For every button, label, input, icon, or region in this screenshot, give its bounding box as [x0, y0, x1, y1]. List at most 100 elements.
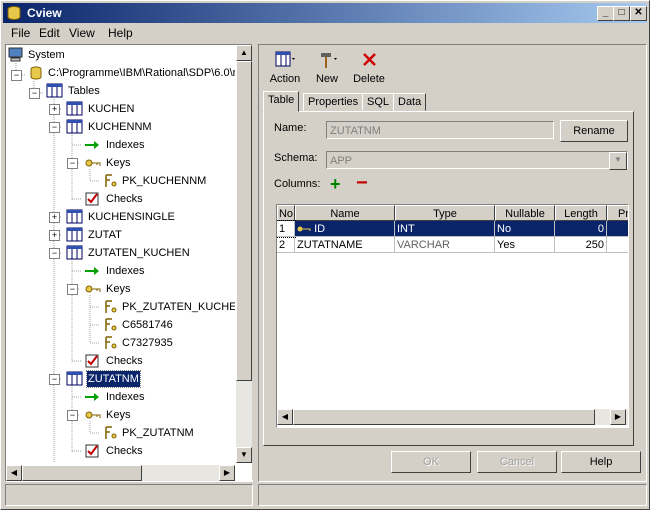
scroll-thumb[interactable]: [293, 409, 595, 425]
scroll-right-arrow-icon[interactable]: ▶: [610, 409, 626, 425]
cell-type: VARCHAR: [395, 237, 495, 253]
expand-toggle[interactable]: +: [49, 212, 60, 223]
tree-label: ZUTATEN_KUCHEN: [88, 247, 190, 259]
tree-label-selected: ZUTATNM: [86, 370, 141, 388]
scroll-up-arrow-icon[interactable]: ▲: [236, 45, 252, 61]
hammer-icon: [321, 53, 337, 68]
key-icon: [85, 159, 101, 167]
column-header[interactable]: Name: [295, 205, 395, 221]
collapse-toggle[interactable]: −: [67, 410, 78, 421]
database-app-icon: [7, 6, 21, 20]
collapse-toggle[interactable]: −: [67, 284, 78, 295]
window-title: Cview: [27, 6, 62, 20]
action-button[interactable]: Action: [265, 47, 305, 89]
main-window: Cview _ □ ✕ File Edit View Help System −…: [0, 0, 650, 510]
chevron-down-icon[interactable]: ▼: [609, 152, 627, 170]
panel-splitter[interactable]: [252, 44, 257, 480]
tree-label: Indexes: [106, 139, 145, 151]
help-button[interactable]: Help: [561, 451, 641, 473]
menu-file[interactable]: File: [11, 26, 30, 40]
green-arrow-icon: [85, 267, 99, 275]
tree-label: Tables: [68, 85, 100, 97]
tab-data[interactable]: Data: [393, 93, 427, 111]
column-header[interactable]: Nullable: [495, 205, 555, 221]
database-tree[interactable]: System − C:\Programme\IBM\Rational\SDP\6…: [6, 45, 235, 463]
column-header[interactable]: Length: [555, 205, 607, 221]
tree-label: Checks: [106, 355, 143, 367]
name-field[interactable]: ZUTATNM: [326, 121, 554, 139]
collapse-toggle[interactable]: −: [49, 248, 60, 259]
scroll-left-arrow-icon[interactable]: ◀: [277, 409, 293, 425]
tree-vertical-scrollbar[interactable]: ▲ ▼: [236, 45, 252, 463]
scroll-down-arrow-icon[interactable]: ▼: [236, 447, 252, 463]
computer-icon: [8, 47, 23, 62]
menu-view[interactable]: View: [69, 26, 95, 40]
column-header[interactable]: No: [277, 205, 295, 221]
add-column-icon[interactable]: +: [330, 174, 341, 195]
red-x-icon: [363, 53, 376, 66]
tree-label: C7327935: [122, 337, 173, 349]
tree-label: Checks: [106, 445, 143, 457]
delete-button[interactable]: Delete: [349, 47, 389, 89]
key-icon: [85, 285, 101, 293]
column-header[interactable]: Pr: [607, 205, 628, 221]
schema-dropdown[interactable]: APP ▼: [326, 151, 628, 170]
cell-nullable: Yes: [495, 237, 555, 253]
tree-label: System: [28, 49, 65, 61]
title-bar[interactable]: Cview _ □ ✕: [3, 3, 647, 23]
collapse-toggle[interactable]: −: [49, 122, 60, 133]
menu-edit[interactable]: Edit: [39, 26, 60, 40]
tab-properties[interactable]: Properties: [303, 93, 364, 111]
collapse-toggle[interactable]: −: [67, 158, 78, 169]
tab-sql[interactable]: SQL: [362, 93, 395, 111]
tree-label: PK_ZUTATEN_KUCHEN: [122, 301, 235, 313]
grid-horizontal-scrollbar[interactable]: ◀ ▶: [277, 409, 628, 425]
scroll-right-arrow-icon[interactable]: ▶: [219, 465, 235, 481]
menu-bar: File Edit View Help: [3, 24, 647, 42]
tree-label: Keys: [106, 157, 131, 169]
tree-label: C6581746: [122, 319, 173, 331]
column-header[interactable]: Type: [395, 205, 495, 221]
cancel-button[interactable]: Cancel: [477, 451, 557, 473]
tree-label: Keys: [106, 409, 131, 421]
tree-horizontal-scrollbar[interactable]: ◀ ▶: [6, 465, 235, 481]
cell-length: 0: [555, 221, 607, 237]
table-action-icon: [275, 51, 295, 67]
cell-name: ID: [295, 221, 395, 237]
collapse-toggle[interactable]: −: [11, 70, 22, 81]
foreign-key-icon: [105, 336, 117, 349]
menu-help[interactable]: Help: [108, 26, 133, 40]
status-bar-right: [258, 484, 647, 506]
tab-table[interactable]: Table: [263, 91, 300, 112]
minimize-button[interactable]: _: [597, 6, 614, 21]
cell-name-text: ID: [314, 223, 326, 235]
scroll-thumb[interactable]: [22, 465, 142, 481]
rename-button[interactable]: Rename: [560, 120, 628, 142]
ok-button[interactable]: OK: [391, 451, 471, 473]
status-bar-left: [5, 484, 253, 506]
green-arrow-icon: [85, 141, 99, 149]
scroll-left-arrow-icon[interactable]: ◀: [6, 465, 22, 481]
table-icon: [66, 101, 83, 116]
tables-folder-icon: [46, 83, 63, 98]
expand-toggle[interactable]: +: [49, 230, 60, 241]
name-label: Name:: [274, 122, 307, 134]
row-number: 1: [277, 220, 296, 238]
new-button[interactable]: New: [307, 47, 347, 89]
table-icon: [66, 245, 83, 260]
scroll-thumb[interactable]: [236, 61, 252, 381]
cell-empty: [607, 221, 628, 237]
remove-column-icon[interactable]: −: [356, 172, 368, 195]
columns-table[interactable]: No Name Type Nullable Length Pr 1 ID INT…: [276, 204, 629, 428]
delete-label: Delete: [353, 73, 385, 85]
tree-label: KUCHENNM: [88, 121, 152, 133]
collapse-toggle[interactable]: −: [29, 88, 40, 99]
maximize-button[interactable]: □: [613, 6, 630, 21]
collapse-toggle[interactable]: −: [49, 374, 60, 385]
primary-key-icon: [105, 300, 117, 313]
green-arrow-icon: [85, 393, 99, 401]
expand-toggle[interactable]: +: [49, 104, 60, 115]
tree-label: Checks: [106, 193, 143, 205]
table-icon: [66, 119, 83, 134]
close-button[interactable]: ✕: [630, 6, 647, 21]
